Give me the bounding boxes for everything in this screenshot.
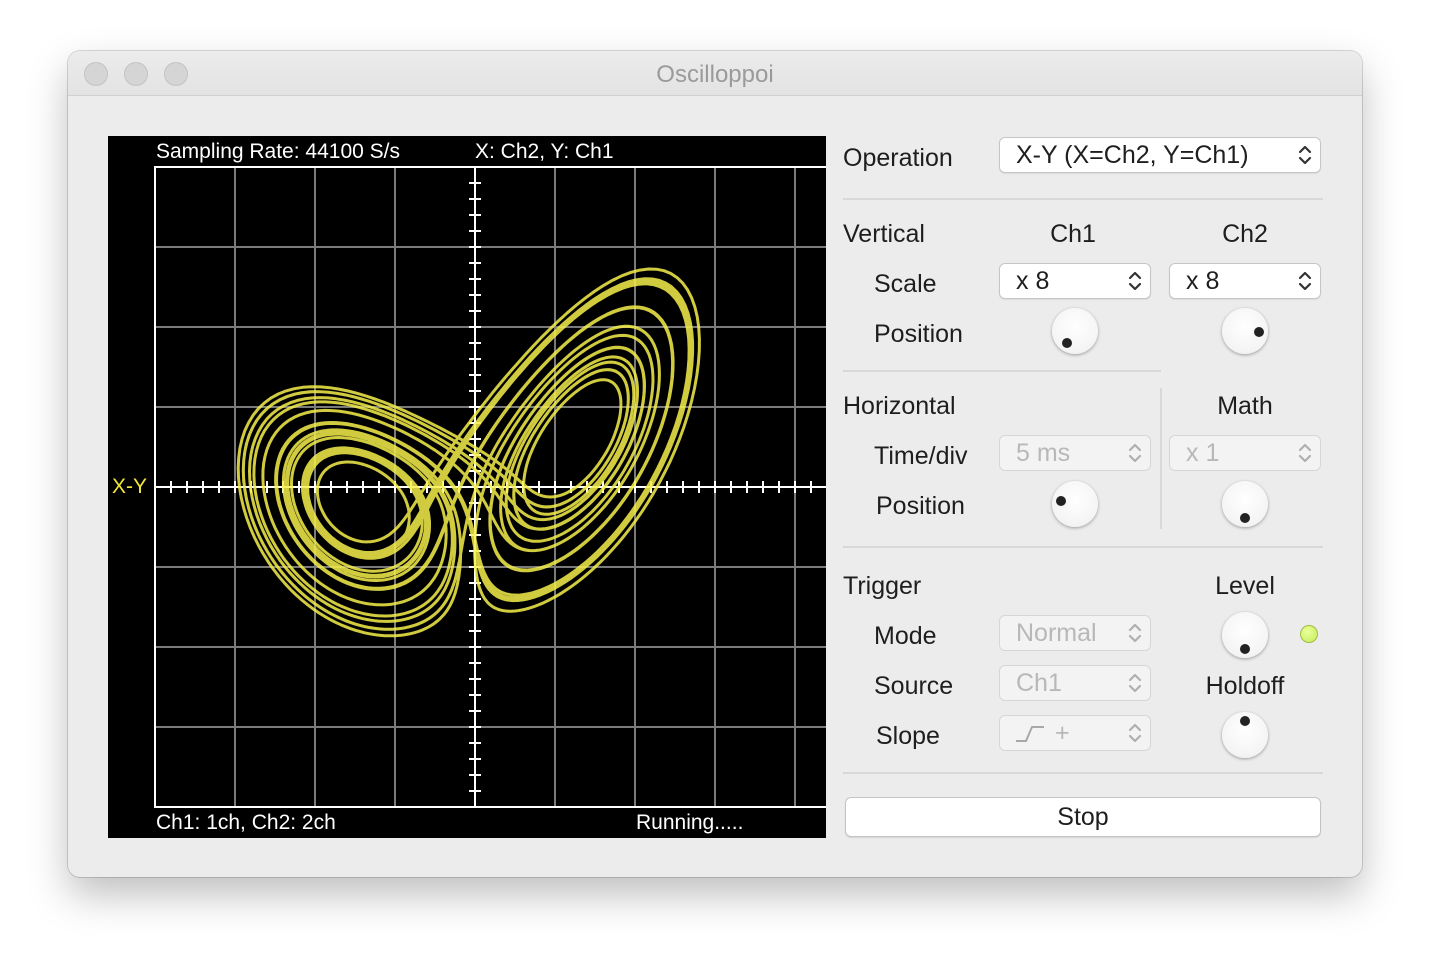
ch1-scale-value: x 8: [1016, 267, 1050, 295]
knob-indicator: [1240, 513, 1250, 523]
mode-label: Mode: [874, 622, 937, 650]
stop-button[interactable]: Stop: [845, 797, 1321, 837]
rising-edge-icon: [1016, 726, 1044, 742]
up-down-chevrons-icon: [1128, 723, 1142, 743]
up-down-chevrons-icon: [1128, 623, 1142, 643]
trigger-mode-value: Normal: [1016, 619, 1097, 647]
level-label: Level: [1215, 572, 1275, 600]
knob-indicator: [1240, 644, 1250, 654]
up-down-chevrons-icon: [1298, 443, 1312, 463]
ch1-scale-select[interactable]: x 8: [999, 263, 1151, 299]
ch2-position-knob[interactable]: [1222, 308, 1268, 354]
horizontal-position-label: Position: [876, 492, 965, 520]
horizontal-position-knob[interactable]: [1052, 481, 1098, 527]
knob-indicator: [1062, 338, 1072, 348]
ch2-scale-value: x 8: [1186, 267, 1220, 295]
math-value: x 1: [1186, 439, 1220, 467]
trigger-source-select[interactable]: Ch1: [999, 665, 1151, 701]
math-knob[interactable]: [1222, 481, 1268, 527]
app-window: Oscilloppoi Sampling Rate: 44100 S/s X: …: [68, 51, 1362, 877]
knob-indicator: [1056, 496, 1066, 506]
trigger-label: Trigger: [843, 572, 922, 600]
up-down-chevrons-icon: [1298, 145, 1312, 165]
trigger-slope-select[interactable]: +: [999, 715, 1151, 751]
trigger-led: [1300, 625, 1318, 643]
up-down-chevrons-icon: [1128, 673, 1142, 693]
source-label: Source: [874, 672, 954, 700]
operation-select[interactable]: X-Y (X=Ch2, Y=Ch1): [999, 137, 1321, 173]
knob-indicator: [1254, 327, 1264, 337]
operation-value: X-Y (X=Ch2, Y=Ch1): [1016, 141, 1249, 169]
math-label: Math: [1217, 392, 1273, 420]
control-panel: Operation X-Y (X=Ch2, Y=Ch1) Vertical Ch…: [68, 51, 1362, 877]
up-down-chevrons-icon: [1128, 443, 1142, 463]
divider: [843, 198, 1323, 200]
knob-indicator: [1240, 716, 1250, 726]
ch1-header: Ch1: [1050, 220, 1096, 248]
divider: [843, 772, 1323, 774]
trigger-source-value: Ch1: [1016, 669, 1062, 697]
divider: [843, 546, 1323, 548]
holdoff-label: Holdoff: [1205, 672, 1285, 700]
timediv-label: Time/div: [874, 442, 968, 470]
timediv-select[interactable]: 5 ms: [999, 435, 1151, 471]
ch1-position-knob[interactable]: [1052, 308, 1098, 354]
ch2-scale-select[interactable]: x 8: [1169, 263, 1321, 299]
vertical-position-label: Position: [874, 320, 963, 348]
vertical-label: Vertical: [843, 220, 925, 248]
up-down-chevrons-icon: [1128, 271, 1142, 291]
divider: [843, 370, 1161, 372]
trigger-mode-select[interactable]: Normal: [999, 615, 1151, 651]
trigger-level-knob[interactable]: [1222, 612, 1268, 658]
ch2-header: Ch2: [1222, 220, 1268, 248]
math-select[interactable]: x 1: [1169, 435, 1321, 471]
holdoff-knob[interactable]: [1222, 712, 1268, 758]
horizontal-label: Horizontal: [843, 392, 956, 420]
timediv-value: 5 ms: [1016, 439, 1071, 467]
scale-label: Scale: [874, 270, 937, 298]
slope-label: Slope: [876, 722, 940, 750]
up-down-chevrons-icon: [1298, 271, 1312, 291]
vertical-divider: [1160, 388, 1162, 529]
operation-label: Operation: [843, 144, 953, 172]
trigger-slope-value: +: [1055, 719, 1070, 747]
